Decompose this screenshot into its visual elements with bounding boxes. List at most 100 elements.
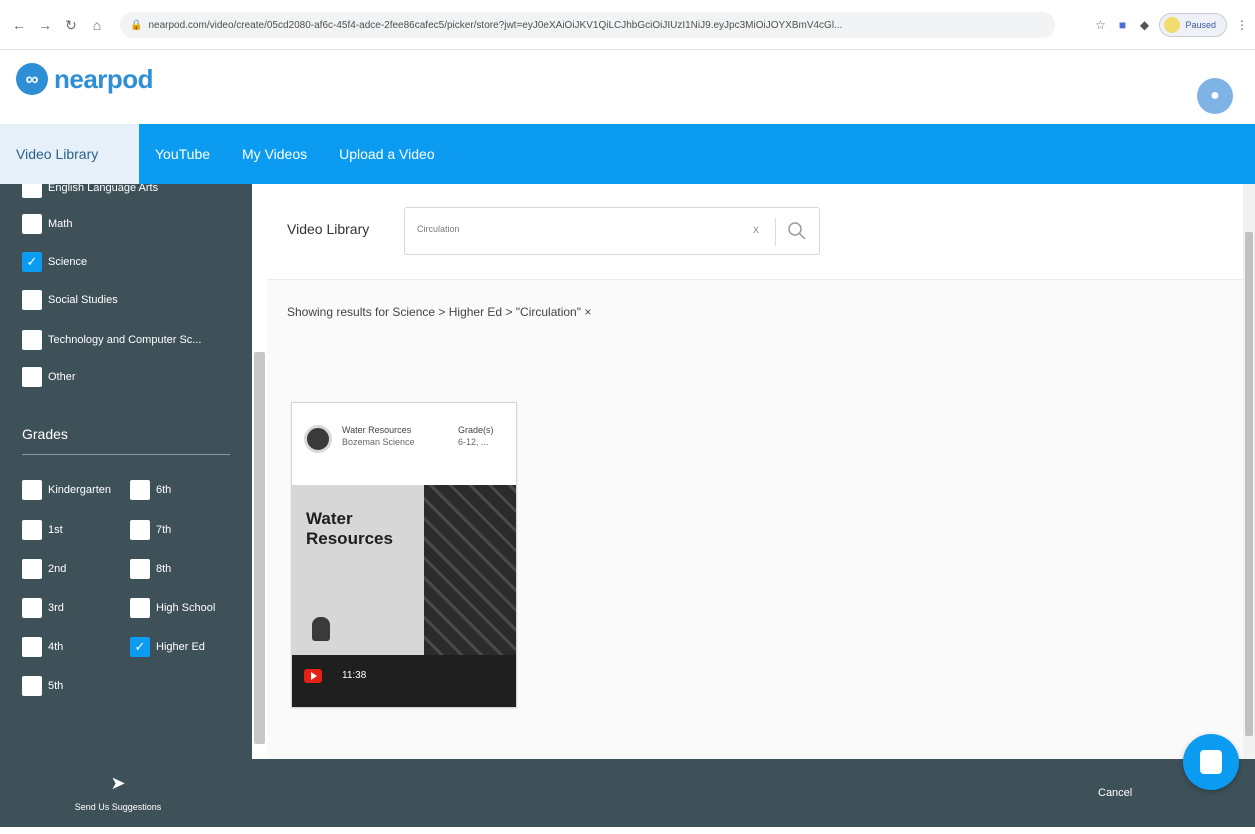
tab-youtube[interactable]: YouTube xyxy=(139,124,226,184)
extension-icon[interactable]: ■ xyxy=(1115,18,1129,32)
checkbox[interactable] xyxy=(22,480,42,500)
sidebar-scrollbar-thumb[interactable] xyxy=(254,352,265,744)
filter-label: 1st xyxy=(48,524,63,536)
grades-heading: Grades xyxy=(22,426,68,442)
video-card[interactable]: Water Resources Bozeman Science Grade(s)… xyxy=(291,402,517,708)
grade-filter-higher-ed[interactable]: ✓ Higher Ed xyxy=(130,637,205,657)
filter-label: English Language Arts xyxy=(48,184,159,194)
browser-toolbar: ← → ↻ ⌂ 🔒 nearpod.com/video/create/05cd2… xyxy=(0,0,1255,50)
presenter-figure-icon xyxy=(312,617,330,641)
tab-upload-video[interactable]: Upload a Video xyxy=(323,124,450,184)
grade-filter-5th[interactable]: 5th xyxy=(22,676,63,696)
tab-video-library[interactable]: Video Library xyxy=(0,124,139,184)
video-thumbnail[interactable]: Water Resources 11:38 xyxy=(292,485,516,707)
filter-label: High School xyxy=(156,602,216,614)
checkbox[interactable] xyxy=(22,637,42,657)
grade-filter-6th[interactable]: 6th xyxy=(130,480,171,500)
checkbox[interactable] xyxy=(22,598,42,618)
address-bar[interactable]: 🔒 nearpod.com/video/create/05cd2080-af6c… xyxy=(120,12,1055,38)
subject-filter-social-studies[interactable]: Social Studies xyxy=(22,290,118,310)
filter-label: 5th xyxy=(48,680,64,692)
grade-filter-high-school[interactable]: High School xyxy=(130,598,215,618)
search-value: Circulation xyxy=(417,224,460,234)
search-input[interactable]: Circulation x xyxy=(404,207,820,255)
reload-icon[interactable]: ↻ xyxy=(60,14,82,36)
filter-label: 4th xyxy=(48,641,64,653)
checkbox-checked[interactable]: ✓ xyxy=(130,637,150,657)
cancel-button[interactable]: Cancel xyxy=(1098,787,1132,799)
sidebar-scrollbar[interactable] xyxy=(252,184,267,759)
footer-bar: ➤ Send Us Suggestions Cancel xyxy=(0,759,1255,834)
checkbox[interactable] xyxy=(22,330,42,350)
results-summary: Showing results for Science > Higher Ed … xyxy=(287,305,592,319)
channel-badge-icon xyxy=(304,425,332,453)
filter-label: 6th xyxy=(156,484,172,496)
chat-support-button[interactable] xyxy=(1183,734,1239,790)
profile-avatar-icon xyxy=(1164,17,1181,33)
checkbox[interactable] xyxy=(22,184,42,198)
video-title: Water Resources xyxy=(342,425,412,435)
filter-label: Other xyxy=(48,371,76,383)
bottom-strip xyxy=(0,827,1255,834)
filter-sidebar: English Language Arts Math ✓ Science Soc… xyxy=(0,184,267,759)
subject-filter-other[interactable]: Other xyxy=(22,367,76,387)
search-divider xyxy=(775,218,776,246)
lock-icon: 🔒 xyxy=(130,19,143,31)
profile-paused-button[interactable]: Paused xyxy=(1159,13,1227,37)
grade-filter-kindergarten[interactable]: Kindergarten xyxy=(22,480,111,500)
grade-filter-7th[interactable]: 7th xyxy=(130,520,171,540)
back-icon[interactable]: ← xyxy=(8,14,30,36)
checkbox[interactable] xyxy=(22,290,42,310)
filter-label: Kindergarten xyxy=(48,484,111,496)
grade-value: 6-12, ... xyxy=(458,437,489,447)
youtube-icon xyxy=(304,669,322,683)
search-panel: Video Library Circulation x xyxy=(267,184,1243,280)
nearpod-logo[interactable]: ∞ nearpod xyxy=(16,62,154,96)
grade-filter-4th[interactable]: 4th xyxy=(22,637,63,657)
checkbox[interactable] xyxy=(130,480,150,500)
subject-filter-science[interactable]: ✓ Science xyxy=(22,252,87,272)
nearpod-logo-icon: ∞ xyxy=(16,63,48,95)
grade-label: Grade(s) xyxy=(458,425,494,435)
filter-label: Science xyxy=(48,256,88,268)
send-suggestions-button[interactable]: ➤ Send Us Suggestions xyxy=(70,773,166,812)
video-results-area: Video Library Circulation x Showing resu… xyxy=(267,184,1255,759)
user-avatar[interactable]: ● xyxy=(1197,78,1233,114)
grades-divider xyxy=(22,454,230,455)
checkbox[interactable] xyxy=(130,520,150,540)
forward-icon[interactable]: → xyxy=(34,14,56,36)
filter-label: Social Studies xyxy=(48,294,118,306)
menu-dots-icon[interactable]: ⋮ xyxy=(1235,18,1249,32)
subject-filter-technology[interactable]: Technology and Computer Sc... xyxy=(22,330,201,350)
bookmark-star-icon[interactable]: ☆ xyxy=(1093,18,1107,32)
results-scrollbar-thumb[interactable] xyxy=(1245,232,1253,736)
home-icon[interactable]: ⌂ xyxy=(86,14,108,36)
checkbox[interactable] xyxy=(22,559,42,579)
tab-bar: Video Library YouTube My Videos Upload a… xyxy=(0,124,1255,184)
subject-filter-math[interactable]: Math xyxy=(22,214,72,234)
clear-search-icon[interactable]: x xyxy=(753,222,759,236)
filter-label: 7th xyxy=(156,524,172,536)
results-scrollbar[interactable] xyxy=(1243,184,1255,759)
tab-my-videos[interactable]: My Videos xyxy=(226,124,323,184)
filter-label: 8th xyxy=(156,563,172,575)
checkbox[interactable] xyxy=(22,676,42,696)
logo-text: nearpod xyxy=(54,63,154,94)
subject-filter-english[interactable]: English Language Arts xyxy=(22,184,158,198)
grade-filter-3rd[interactable]: 3rd xyxy=(22,598,64,618)
checkbox[interactable] xyxy=(22,367,42,387)
puzzle-icon[interactable]: ◆ xyxy=(1137,18,1151,32)
search-icon[interactable] xyxy=(786,220,808,242)
grade-filter-8th[interactable]: 8th xyxy=(130,559,171,579)
url-text: nearpod.com/video/create/05cd2080-af6c-4… xyxy=(148,19,843,31)
checkbox-checked[interactable]: ✓ xyxy=(22,252,42,272)
paused-label: Paused xyxy=(1185,20,1216,30)
filter-label: 2nd xyxy=(48,563,67,575)
checkbox[interactable] xyxy=(22,214,42,234)
thumbnail-title-line2: Resources xyxy=(306,529,393,548)
checkbox[interactable] xyxy=(130,559,150,579)
checkbox[interactable] xyxy=(22,520,42,540)
grade-filter-1st[interactable]: 1st xyxy=(22,520,63,540)
checkbox[interactable] xyxy=(130,598,150,618)
grade-filter-2nd[interactable]: 2nd xyxy=(22,559,66,579)
